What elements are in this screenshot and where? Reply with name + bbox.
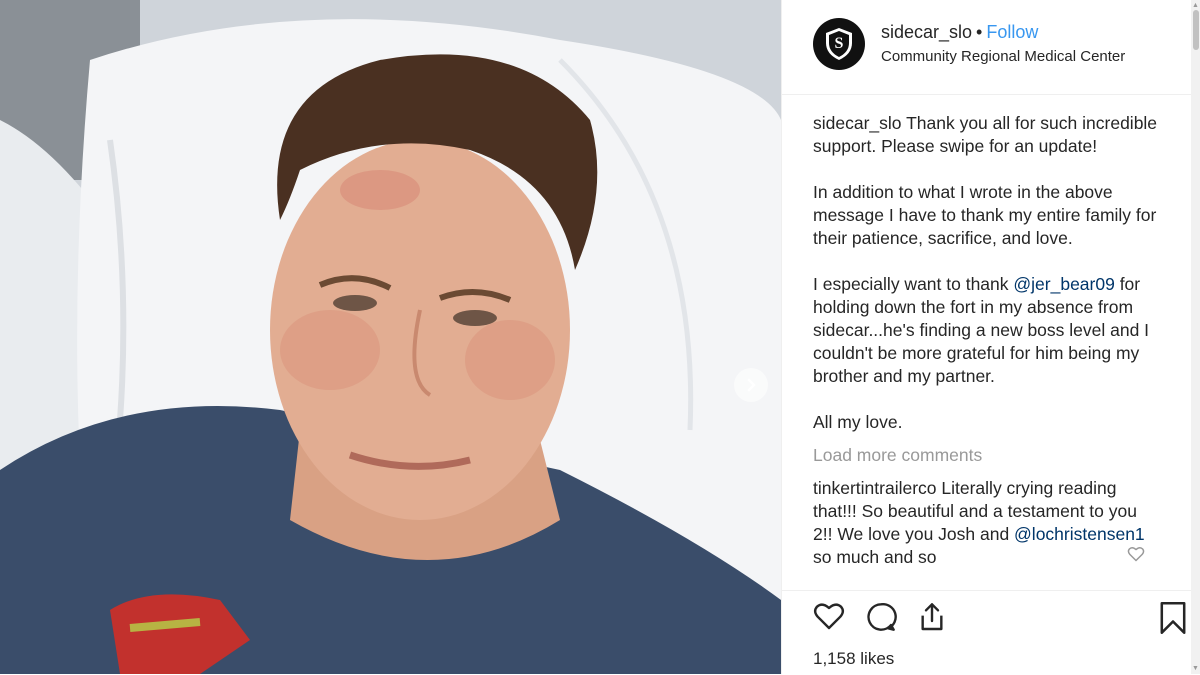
- post-location[interactable]: Community Regional Medical Center: [881, 48, 1125, 65]
- follow-button[interactable]: Follow: [986, 22, 1038, 42]
- comment-item: tinkertintrailerco Literally crying read…: [813, 477, 1153, 569]
- like-button[interactable]: [813, 601, 845, 636]
- next-slide-button[interactable]: [734, 368, 768, 402]
- bookmark-icon: [1160, 602, 1186, 634]
- save-button[interactable]: [1159, 601, 1187, 640]
- post-photo[interactable]: [0, 0, 781, 674]
- caption-para-1: sidecar_slo Thank you all for such incre…: [813, 112, 1173, 158]
- scroll-down-arrow-icon[interactable]: ▼: [1192, 665, 1199, 672]
- likes-count[interactable]: 1,158 likes: [813, 649, 894, 669]
- comment-mention-link[interactable]: @lochristensen1: [1014, 524, 1145, 544]
- mention-link[interactable]: @jer_bear09: [1013, 274, 1114, 294]
- share-icon: [921, 603, 943, 631]
- load-more-comments-button[interactable]: Load more comments: [813, 444, 1173, 467]
- comment-button[interactable]: [865, 601, 897, 638]
- comment-username[interactable]: tinkertintrailerco: [813, 478, 937, 498]
- comment-text-b: so much and so: [813, 547, 937, 567]
- share-button[interactable]: [916, 601, 948, 638]
- photo-illustration: [0, 0, 781, 674]
- post-username[interactable]: sidecar_slo: [881, 22, 972, 42]
- post-header: S sidecar_slo • Follow Community Regional …: [782, 0, 1191, 95]
- heart-icon: [1127, 547, 1145, 562]
- comments-list[interactable]: sidecar_slo Thank you all for such incre…: [813, 112, 1173, 590]
- instagram-post: S sidecar_slo • Follow Community Regional …: [0, 0, 1200, 674]
- avatar[interactable]: S: [813, 18, 865, 70]
- caption-para-2: In addition to what I wrote in the above…: [813, 182, 1157, 248]
- comment-like-button[interactable]: [1127, 546, 1145, 567]
- separator-dot: •: [976, 22, 983, 42]
- username-row: sidecar_slo • Follow: [881, 22, 1038, 43]
- caption-para-4: All my love.: [813, 412, 903, 432]
- scrollbar-thumb[interactable]: [1193, 10, 1199, 50]
- avatar-letter: S: [834, 35, 844, 52]
- heart-icon: [813, 603, 845, 630]
- scrollbar[interactable]: ▲ ▼: [1191, 0, 1200, 674]
- scroll-up-arrow-icon[interactable]: ▲: [1192, 2, 1199, 9]
- caption-username[interactable]: sidecar_slo: [813, 113, 902, 133]
- post-sidebar: S sidecar_slo • Follow Community Regional …: [781, 0, 1200, 674]
- caption-para-3: I especially want to thank @jer_bear09 f…: [813, 273, 1173, 388]
- comment-icon: [867, 602, 897, 631]
- chevron-right-icon: [747, 378, 756, 392]
- action-bar: 1,158 likes: [782, 590, 1191, 675]
- caption-text-3a: I especially want to thank: [813, 274, 1014, 294]
